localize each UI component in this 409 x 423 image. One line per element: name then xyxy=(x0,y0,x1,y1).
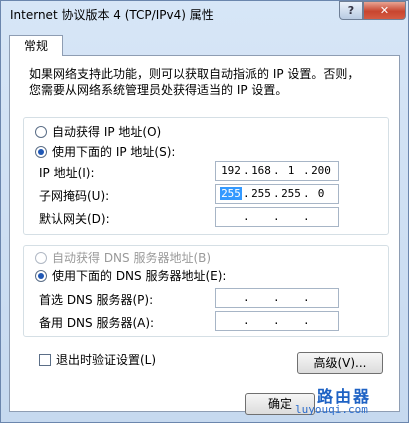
subnet-mask-input[interactable]: 255 . 255 . 255 . 0 xyxy=(215,184,339,204)
watermark-logo: 路由器 luyouqi.com xyxy=(287,381,407,421)
ip-octet-1[interactable]: 192 xyxy=(220,164,242,177)
validate-checkbox[interactable] xyxy=(39,354,51,366)
window-title: Internet 协议版本 4 (TCP/IPv4) 属性 xyxy=(10,8,214,22)
manual-dns-radio-row[interactable]: 使用下面的 DNS 服务器地址(E): xyxy=(35,267,226,284)
tab-general[interactable]: 常规 xyxy=(9,35,63,56)
auto-dns-radio-row: 自动获得 DNS 服务器地址(B) xyxy=(35,249,211,266)
watermark-url: luyouqi.com xyxy=(295,403,368,416)
alternate-dns-label: 备用 DNS 服务器(A): xyxy=(39,316,155,330)
auto-ip-radio[interactable] xyxy=(35,126,47,138)
manual-dns-label: 使用下面的 DNS 服务器地址(E): xyxy=(52,269,227,283)
advanced-button[interactable]: 高级(V)... xyxy=(297,352,383,374)
ip-address-label: IP 地址(I): xyxy=(39,166,95,180)
description-text: 如果网络支持此功能，则可以获取自动指派的 IP 设置。否则，您需要从网络系统管理… xyxy=(29,67,360,97)
gateway-input[interactable]: . . . xyxy=(215,207,339,227)
manual-ip-radio-row[interactable]: 使用下面的 IP 地址(S): xyxy=(35,143,175,160)
ip-octet-2[interactable]: 168 xyxy=(250,164,272,177)
mask-octet-3[interactable]: 255 xyxy=(280,187,302,200)
preferred-dns-label: 首选 DNS 服务器(P): xyxy=(39,293,154,307)
validate-checkbox-row[interactable]: 退出时验证设置(L) xyxy=(39,351,156,368)
close-icon: ✕ xyxy=(379,4,390,17)
title-bar[interactable]: Internet 协议版本 4 (TCP/IPv4) 属性 ? ✕ xyxy=(1,1,408,29)
help-button[interactable]: ? xyxy=(339,1,363,20)
ip-octet-4[interactable]: 200 xyxy=(310,164,332,177)
mask-octet-4[interactable]: 0 xyxy=(310,187,332,200)
preferred-dns-input[interactable]: . . . xyxy=(215,288,339,308)
auto-ip-radio-row[interactable]: 自动获得 IP 地址(O) xyxy=(35,123,161,140)
ip-octet-3[interactable]: 1 xyxy=(280,164,302,177)
mask-octet-2[interactable]: 255 xyxy=(250,187,272,200)
manual-ip-label: 使用下面的 IP 地址(S): xyxy=(52,145,176,159)
auto-dns-label: 自动获得 DNS 服务器地址(B) xyxy=(52,251,212,265)
help-icon: ? xyxy=(347,4,355,17)
alternate-dns-input[interactable]: . . . xyxy=(215,311,339,331)
validate-label: 退出时验证设置(L) xyxy=(56,353,157,367)
mask-octet-1[interactable]: 255 xyxy=(220,187,242,200)
manual-dns-radio[interactable] xyxy=(35,270,47,282)
dialog-window: Internet 协议版本 4 (TCP/IPv4) 属性 ? ✕ 常规 如果网… xyxy=(0,0,409,423)
auto-dns-radio xyxy=(35,252,47,264)
subnet-mask-label: 子网掩码(U): xyxy=(39,189,110,203)
auto-ip-label: 自动获得 IP 地址(O) xyxy=(52,125,162,139)
close-button[interactable]: ✕ xyxy=(363,1,406,20)
gateway-label: 默认网关(D): xyxy=(39,212,110,226)
tab-general-label: 常规 xyxy=(23,39,48,53)
manual-ip-radio[interactable] xyxy=(35,146,47,158)
ip-address-input[interactable]: 192 . 168 . 1 . 200 xyxy=(215,161,339,181)
